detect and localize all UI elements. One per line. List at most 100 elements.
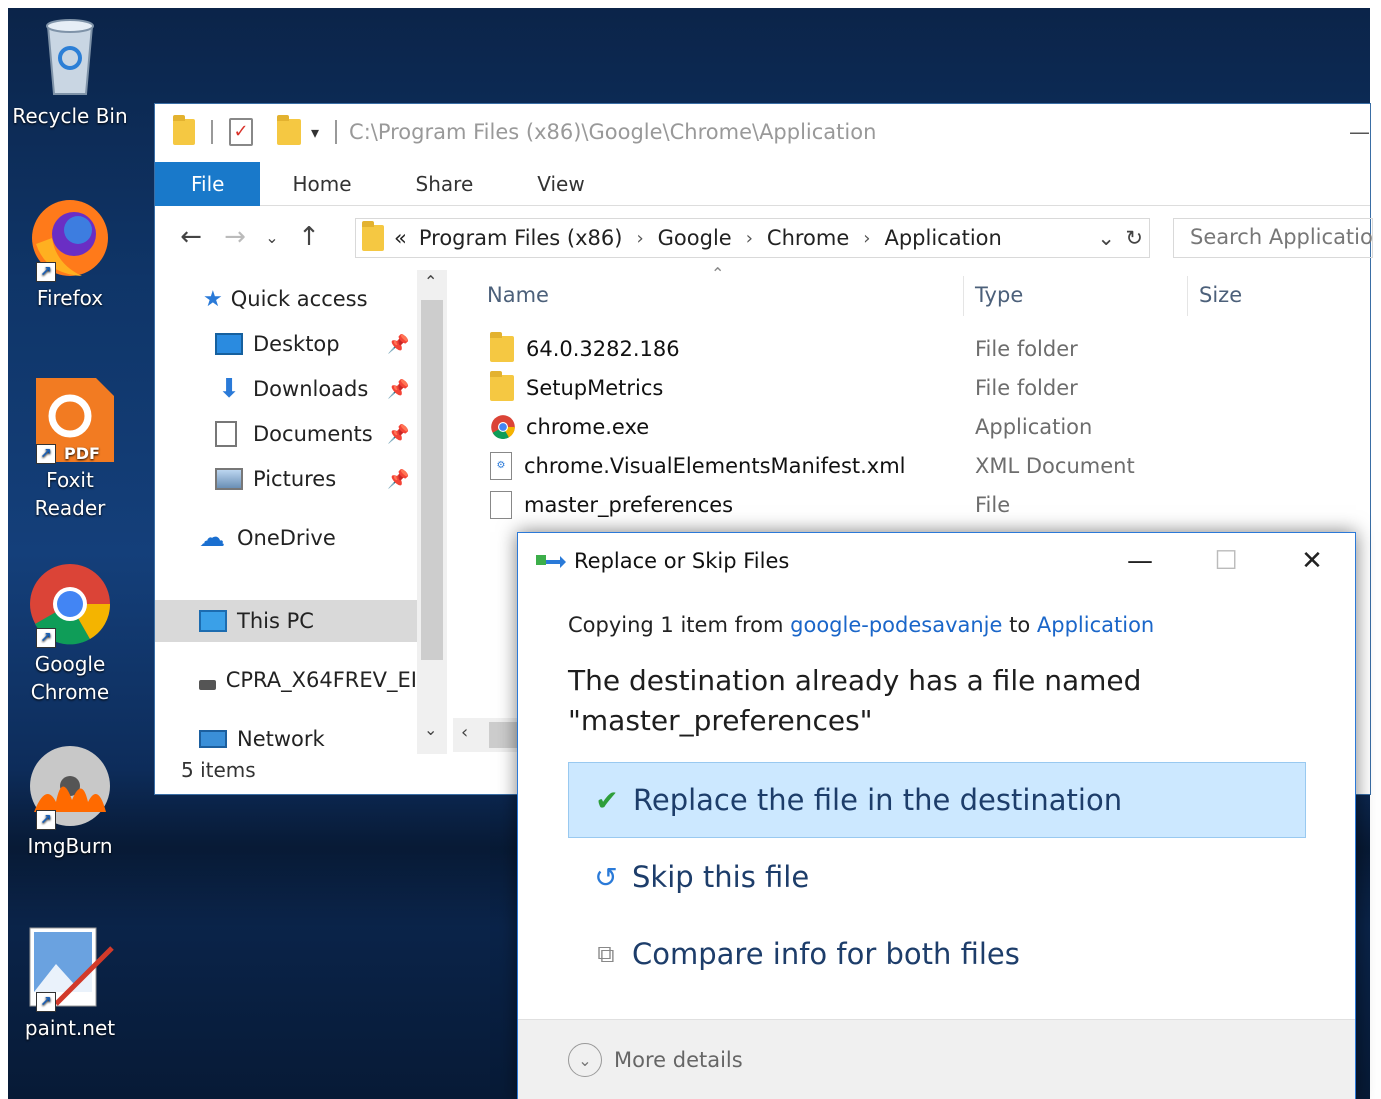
scroll-down-icon[interactable]: ⌄ (424, 720, 437, 739)
pin-icon[interactable]: 📌 (387, 469, 409, 490)
search-input[interactable]: Search Application (1173, 218, 1373, 258)
xml-file-icon: ⚙ (490, 452, 512, 480)
desktop-icon-label: Google Chrome (30, 652, 110, 704)
sort-indicator-icon: ⌃ (711, 264, 725, 283)
imgburn-icon: ↗ (26, 742, 114, 830)
pin-icon[interactable]: 📌 (387, 334, 409, 355)
more-details-toggle[interactable]: More details (614, 1048, 743, 1072)
nav-cd-drive[interactable]: CPRA_X64FREV_EI (155, 659, 417, 701)
desktop-icon-label: Foxit Reader (34, 468, 106, 520)
address-overflow[interactable]: « (394, 226, 411, 250)
desktop-icon-paintnet[interactable]: ↗ paint.net (8, 924, 132, 1042)
breadcrumb-chevron-icon[interactable]: › (857, 228, 876, 249)
tab-file[interactable]: File (155, 161, 261, 206)
recycle-bin-icon (26, 12, 114, 100)
column-header-type[interactable]: Type (975, 270, 1023, 320)
onedrive-cloud-icon: ☁ (199, 523, 225, 553)
nav-scrollbar[interactable]: ⌃ ⌄ (417, 270, 447, 754)
file-icon (490, 491, 512, 519)
shortcut-arrow-icon: ↗ (36, 262, 56, 282)
breadcrumb-chrome[interactable]: Chrome (759, 226, 857, 250)
star-icon: ★ (203, 286, 223, 312)
conflict-message: The destination already has a file named… (568, 664, 1142, 737)
copy-status-line: Copying 1 item from google-podesavanje t… (568, 613, 1155, 637)
column-header-name[interactable]: Name (487, 270, 549, 320)
chrome-icon (490, 414, 516, 440)
file-row[interactable]: ⚙ chrome.VisualElementsManifest.xml XML … (490, 447, 1350, 485)
nav-pictures[interactable]: Pictures 📌 (155, 458, 417, 500)
network-icon (199, 730, 227, 748)
desktop-icon-recycle-bin[interactable]: Recycle Bin (8, 12, 132, 130)
desktop-icon-label: ImgBurn (27, 834, 113, 858)
folder-icon (490, 332, 514, 362)
breadcrumb-google[interactable]: Google (650, 226, 740, 250)
nav-this-pc[interactable]: This PC (155, 600, 417, 642)
file-row[interactable]: 64.0.3282.186 File folder (490, 330, 1350, 368)
navigation-pane: ★ Quick access Desktop 📌 ⬇ Downloads 📌 D… (155, 270, 417, 754)
new-folder-icon[interactable] (277, 115, 301, 145)
file-row[interactable]: chrome.exe Application (490, 408, 1350, 446)
destination-folder-link[interactable]: Application (1037, 613, 1154, 637)
forward-arrow-icon[interactable]: → (213, 222, 257, 252)
address-dropdown-icon[interactable]: ⌄ (1097, 226, 1115, 250)
navigation-bar: ← → ⌄ ↑ « Program Files (x86) › Google ›… (155, 214, 1373, 260)
replace-or-skip-dialog: Replace or Skip Files — ☐ ✕ Copying 1 it… (517, 532, 1356, 1099)
pin-icon[interactable]: 📌 (387, 424, 409, 445)
shortcut-arrow-icon: ↗ (36, 444, 56, 464)
replace-file-option[interactable]: ✔ Replace the file in the destination (568, 762, 1306, 838)
scroll-left-icon[interactable]: ‹ (461, 722, 468, 743)
desktop-folder-icon (215, 333, 243, 355)
compare-files-icon: ⧉ (597, 940, 615, 968)
refresh-icon[interactable]: ↻ (1125, 226, 1143, 250)
nav-onedrive[interactable]: ☁ OneDrive (155, 517, 417, 559)
back-arrow-icon[interactable]: ← (169, 222, 213, 252)
shortcut-arrow-icon: ↗ (36, 810, 56, 830)
scroll-up-icon[interactable]: ⌃ (424, 272, 437, 291)
compare-files-option[interactable]: ⧉ Compare info for both files (568, 916, 1306, 992)
file-row[interactable]: master_preferences File (490, 486, 1350, 524)
folder-icon (362, 221, 384, 251)
nav-quick-access[interactable]: ★ Quick access (155, 278, 417, 320)
breadcrumb-program-files[interactable]: Program Files (x86) (411, 226, 631, 250)
dialog-footer: ⌄ More details (518, 1019, 1355, 1099)
desktop-icon-firefox[interactable]: ↗ Firefox (8, 194, 132, 312)
tab-home[interactable]: Home (260, 162, 383, 206)
properties-icon[interactable]: ✓ (229, 118, 253, 146)
recent-locations-chevron-icon[interactable]: ⌄ (257, 228, 287, 247)
this-pc-monitor-icon (199, 610, 227, 632)
pictures-icon (215, 468, 243, 490)
source-folder-link[interactable]: google-podesavanje (790, 613, 1002, 637)
file-row[interactable]: SetupMetrics File folder (490, 369, 1350, 407)
tab-view[interactable]: View (505, 162, 616, 206)
breadcrumb-chevron-icon[interactable]: › (630, 228, 649, 249)
desktop-icon-imgburn[interactable]: ↗ ImgBurn (8, 742, 132, 860)
close-button[interactable]: ✕ (1282, 539, 1342, 583)
desktop-icon-foxit-reader[interactable]: PDF ↗ Foxit Reader (8, 376, 132, 522)
up-arrow-icon[interactable]: ↑ (287, 222, 331, 252)
nav-network[interactable]: Network (155, 718, 417, 754)
folder-icon (490, 371, 514, 401)
customize-toolbar-icon[interactable]: ▾ (311, 123, 319, 142)
shortcut-arrow-icon: ↗ (36, 992, 56, 1012)
nav-downloads[interactable]: ⬇ Downloads 📌 (155, 368, 417, 410)
minimize-button[interactable]: — (1349, 120, 1370, 144)
tab-share[interactable]: Share (384, 162, 506, 206)
breadcrumb-application[interactable]: Application (876, 226, 1009, 250)
status-item-count: 5 items (181, 758, 256, 782)
window-title-path: C:\Program Files (x86)\Google\Chrome\App… (349, 120, 877, 144)
scroll-thumb[interactable] (421, 300, 443, 660)
maximize-button[interactable]: ☐ (1196, 539, 1256, 583)
desktop-icon-label: Firefox (36, 286, 104, 310)
nav-documents[interactable]: Documents 📌 (155, 413, 417, 455)
pin-icon[interactable]: 📌 (387, 379, 409, 400)
skip-file-option[interactable]: ↺ Skip this file (568, 839, 1306, 915)
nav-desktop[interactable]: Desktop 📌 (155, 323, 417, 365)
breadcrumb-chevron-icon[interactable]: › (740, 228, 759, 249)
ribbon-tabs: File Home Share View (155, 161, 1370, 206)
desktop-icon-chrome[interactable]: ↗ Google Chrome (8, 560, 132, 706)
address-bar[interactable]: « Program Files (x86) › Google › Chrome … (355, 218, 1150, 258)
column-header-size[interactable]: Size (1199, 270, 1242, 320)
drive-icon (199, 680, 216, 690)
minimize-button[interactable]: — (1110, 539, 1170, 583)
expand-chevron-icon[interactable]: ⌄ (568, 1043, 602, 1077)
